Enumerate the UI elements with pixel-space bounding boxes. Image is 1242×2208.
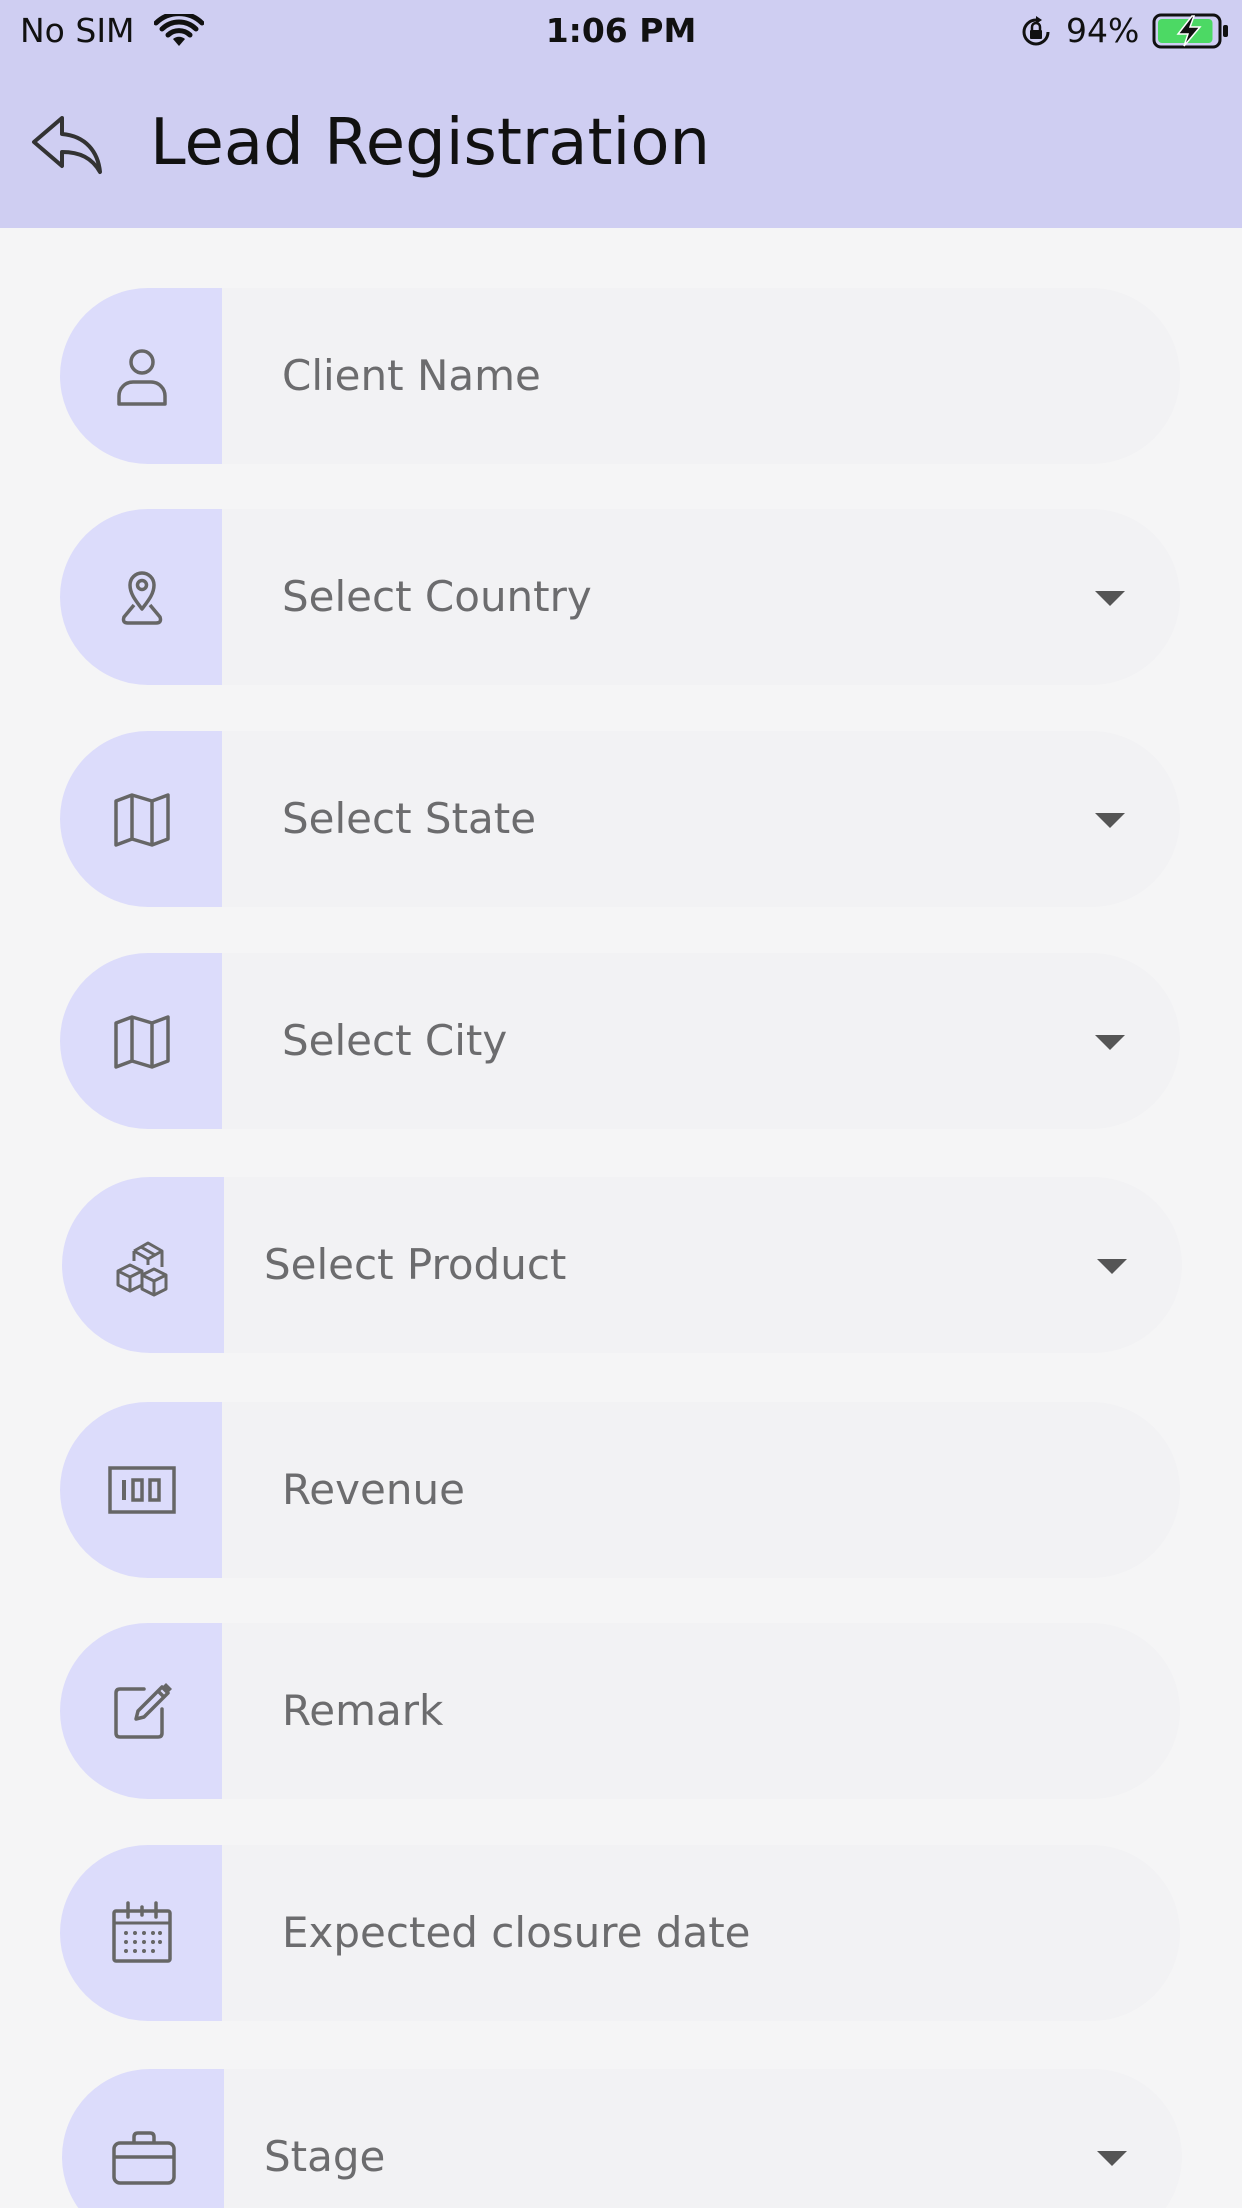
state-placeholder: Select State — [282, 794, 537, 843]
country-dropdown[interactable]: Select Country — [60, 509, 1180, 685]
client-name-field[interactable]: Client Name — [60, 288, 1180, 464]
chevron-down-icon[interactable] — [1097, 1259, 1127, 1274]
field-icon-container — [60, 509, 222, 685]
remark-field[interactable]: Remark — [60, 1623, 1180, 1799]
orientation-lock-icon — [1022, 16, 1050, 46]
money-icon — [108, 1466, 176, 1514]
state-dropdown[interactable]: Select State — [60, 731, 1180, 907]
back-button[interactable] — [28, 112, 104, 178]
field-icon-container — [60, 1402, 222, 1578]
field-icon-container — [60, 953, 222, 1129]
calendar-icon — [112, 1901, 172, 1963]
map-icon — [114, 793, 170, 847]
city-dropdown[interactable]: Select City — [60, 953, 1180, 1129]
field-icon-container — [62, 1177, 224, 1353]
remark-placeholder: Remark — [282, 1686, 444, 1735]
battery-percent: 94% — [1066, 11, 1140, 50]
chevron-down-icon[interactable] — [1095, 813, 1125, 828]
stage-placeholder: Stage — [264, 2132, 386, 2181]
field-icon-container — [62, 2069, 224, 2208]
field-icon-container — [60, 1623, 222, 1799]
field-icon-container — [60, 288, 222, 464]
map-icon — [114, 1015, 170, 1069]
closure-date-field[interactable]: Expected closure date — [60, 1845, 1180, 2021]
location-pin-icon — [121, 571, 163, 625]
page-title: Lead Registration — [150, 106, 711, 180]
status-bar: No SIM 1:06 PM 94% — [0, 0, 1242, 62]
closure-date-placeholder: Expected closure date — [282, 1908, 751, 1957]
battery-charging-icon — [1152, 13, 1228, 49]
briefcase-icon — [112, 2131, 176, 2185]
edit-icon — [114, 1683, 172, 1739]
revenue-field[interactable]: Revenue — [60, 1402, 1180, 1578]
clock: 1:06 PM — [545, 11, 697, 50]
person-icon — [117, 349, 167, 406]
product-placeholder: Select Product — [264, 1240, 567, 1289]
chevron-down-icon[interactable] — [1095, 1035, 1125, 1050]
boxes-icon — [116, 1241, 168, 1297]
app-bar: No SIM 1:06 PM 94% Lead Registration — [0, 0, 1242, 228]
chevron-down-icon[interactable] — [1097, 2151, 1127, 2166]
field-icon-container — [60, 731, 222, 907]
field-icon-container — [60, 1845, 222, 2021]
stage-dropdown[interactable]: Stage — [62, 2069, 1182, 2208]
revenue-placeholder: Revenue — [282, 1465, 465, 1514]
chevron-down-icon[interactable] — [1095, 591, 1125, 606]
client-name-placeholder: Client Name — [282, 351, 541, 400]
product-dropdown[interactable]: Select Product — [62, 1177, 1182, 1353]
country-placeholder: Select Country — [282, 572, 592, 621]
city-placeholder: Select City — [282, 1016, 508, 1065]
